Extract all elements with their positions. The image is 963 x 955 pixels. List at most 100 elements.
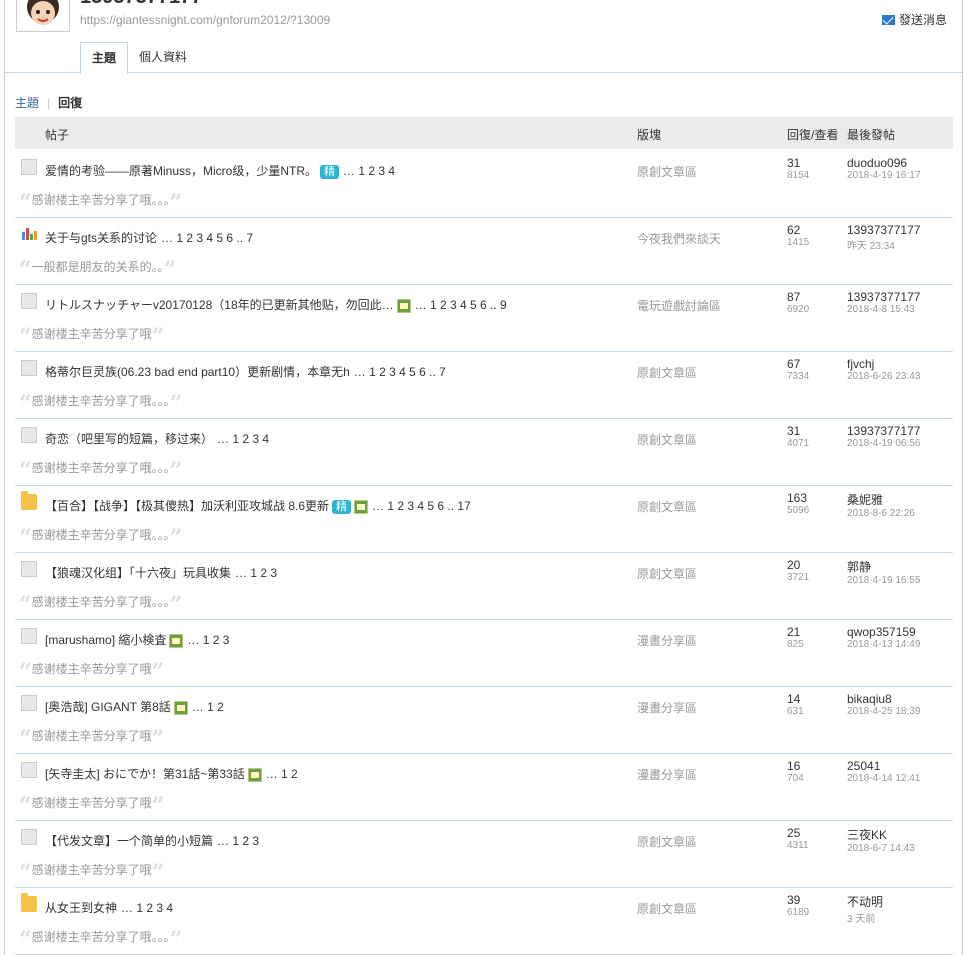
- close-quote-icon: ”: [169, 525, 183, 551]
- last-post-user[interactable]: qwop357159: [847, 625, 920, 639]
- last-post-time[interactable]: 昨天 23:34: [847, 237, 920, 252]
- reply-quote[interactable]: “感谢楼主辛苦分享了哦。。。”: [19, 458, 182, 484]
- thread-pages[interactable]: … 1 2 3: [235, 566, 277, 580]
- thread-title[interactable]: [marushamo] 縮小検査: [45, 633, 166, 647]
- last-post-time[interactable]: 2018-8-6 22:26: [847, 508, 915, 519]
- thread-title[interactable]: 【百合】【战争】【极其傻热】加沃利亚攻城战 8.6更新: [45, 499, 329, 513]
- thread-pages[interactable]: … 1 2 3 4 5 6 .. 7: [161, 231, 253, 245]
- tab-topics[interactable]: 主題: [80, 42, 129, 74]
- thread-title-line: 【狼魂汉化组】「十六夜」玩具收集 … 1 2 3: [45, 564, 277, 581]
- thread-title-line: [矢寺圭太] おにでか！第31話~第33話 … 1 2: [45, 765, 298, 782]
- last-post: 郭静 2018-4-19 16:55: [847, 558, 920, 586]
- thread-icon: [21, 762, 37, 778]
- reply-quote[interactable]: “感谢楼主辛苦分享了哦。。。”: [19, 190, 182, 216]
- thread-title[interactable]: 格蒂尔巨灵族(06.23 bad end part10）更新剧情，本章无h: [45, 365, 350, 379]
- reply-count: 163: [787, 491, 808, 505]
- subnav-replies[interactable]: 回復: [58, 96, 82, 110]
- thread-pages[interactable]: … 1 2 3: [187, 633, 229, 647]
- thread-forum[interactable]: 漫畫分享區: [637, 632, 697, 649]
- thread-forum[interactable]: 漫畫分享區: [637, 766, 697, 783]
- last-post-user[interactable]: 三夜KK: [847, 826, 915, 843]
- close-quote-icon: ”: [169, 190, 183, 216]
- last-post-user[interactable]: fjvchj: [847, 357, 920, 371]
- last-post-time[interactable]: 2018-4-8 15:43: [847, 304, 920, 315]
- last-post-time[interactable]: 2018-4-19 16:55: [847, 575, 920, 586]
- thread-pages[interactable]: … 1 2 3 4: [217, 432, 269, 446]
- reply-quote[interactable]: “感谢楼主辛苦分享了哦。。。”: [19, 927, 182, 953]
- last-post-time[interactable]: 2018-6-26 23:43: [847, 371, 920, 382]
- thread-forum[interactable]: 原創文章區: [637, 364, 697, 381]
- reply-count: 25: [787, 826, 801, 840]
- thread-title[interactable]: 奇恋（吧里写的短篇，移过来）: [45, 432, 213, 446]
- thread-pages[interactable]: … 1 2: [266, 767, 298, 781]
- last-post-time[interactable]: 2018-4-14 12:41: [847, 773, 920, 784]
- thread-forum[interactable]: 原創文章區: [637, 431, 697, 448]
- thread-forum[interactable]: 原創文章區: [637, 833, 697, 850]
- last-post-time[interactable]: 2018-4-19 16:17: [847, 170, 920, 181]
- thread-forum[interactable]: 原創文章區: [637, 163, 697, 180]
- reply-quote[interactable]: “感谢楼主辛苦分享了哦。。。”: [19, 391, 182, 417]
- thread-forum[interactable]: 今夜我們來談天: [637, 230, 721, 247]
- reply-quote[interactable]: “感谢楼主辛苦分享了哦”: [19, 659, 164, 685]
- thread-pages[interactable]: … 1 2 3 4 5 6 .. 17: [372, 499, 471, 513]
- reply-view-count: 31 8154: [787, 156, 809, 181]
- reply-quote[interactable]: “一般都是朋友的关系的。。”: [19, 257, 176, 283]
- last-post-user[interactable]: 13937377177: [847, 223, 920, 237]
- thread-forum[interactable]: 原創文章區: [637, 498, 697, 515]
- reply-quote[interactable]: “感谢楼主辛苦分享了哦”: [19, 860, 164, 886]
- thread-forum[interactable]: 漫畫分享區: [637, 699, 697, 716]
- view-count: 1415: [787, 237, 810, 248]
- thread-forum[interactable]: 電玩遊戲討論區: [637, 297, 721, 314]
- view-count: 631: [787, 706, 804, 717]
- last-post-user[interactable]: 13937377177: [847, 290, 920, 304]
- close-quote-icon: ”: [151, 793, 165, 819]
- last-post-user[interactable]: 不动明: [847, 893, 883, 910]
- avatar[interactable]: [16, 0, 70, 32]
- reply-quote[interactable]: “感谢楼主辛苦分享了哦”: [19, 793, 164, 819]
- close-quote-icon: ”: [169, 458, 183, 484]
- thread-forum[interactable]: 原創文章區: [637, 900, 697, 917]
- last-post-time[interactable]: 2018-4-25 18:39: [847, 706, 920, 717]
- last-post-time[interactable]: 2018-4-13 14:49: [847, 639, 920, 650]
- last-post-user[interactable]: 25041: [847, 759, 920, 773]
- digest-badge: 精: [320, 164, 340, 179]
- thread-forum[interactable]: 原創文章區: [637, 565, 697, 582]
- view-count: 3721: [787, 572, 810, 583]
- profile-url[interactable]: https://giantessnight.com/gnforum2012/?1…: [80, 13, 330, 27]
- last-post-time[interactable]: 2018-4-19 06:56: [847, 438, 920, 449]
- reply-quote[interactable]: “感谢楼主辛苦分享了哦。。。”: [19, 525, 182, 551]
- thread-title-line: 爱情的考验——原著Minuss，Micro级，少量NTR。精… 1 2 3 4: [45, 162, 395, 179]
- close-quote-icon: ”: [169, 391, 183, 417]
- reply-quote-text: 感谢楼主辛苦分享了哦: [31, 796, 152, 810]
- reply-quote[interactable]: “感谢楼主辛苦分享了哦”: [19, 726, 164, 752]
- last-post-user[interactable]: bikaqiu8: [847, 692, 920, 706]
- thread-title[interactable]: 【代发文章】一个简单的小短篇: [45, 834, 213, 848]
- thread-title[interactable]: リトルスナッチャーv20170128（18年的已更新其他贴，勿回此…: [45, 298, 394, 312]
- thread-pages[interactable]: … 1 2: [192, 700, 224, 714]
- table-row: [矢寺圭太] おにでか！第31話~第33話… 1 2 漫畫分享區 16 704 …: [15, 753, 953, 821]
- thread-title[interactable]: [矢寺圭太] おにでか！第31話~第33話: [45, 767, 245, 781]
- tab-profile[interactable]: 個人資料: [128, 42, 198, 72]
- thread-pages[interactable]: … 1 2 3 4: [343, 164, 395, 178]
- thread-icon: [21, 360, 37, 376]
- subnav-topics[interactable]: 主題: [15, 96, 39, 110]
- thread-title[interactable]: [奥浩哉] GIGANT 第8話: [45, 700, 171, 714]
- thread-title[interactable]: 爱情的考验——原著Minuss，Micro级，少量NTR。: [45, 164, 317, 178]
- thread-pages[interactable]: … 1 2 3: [217, 834, 259, 848]
- reply-quote[interactable]: “感谢楼主辛苦分享了哦”: [19, 324, 164, 350]
- thread-pages[interactable]: … 1 2 3 4 5 6 .. 9: [415, 298, 507, 312]
- last-post-user[interactable]: 桑妮雅: [847, 491, 915, 508]
- last-post-time[interactable]: 3 天前: [847, 910, 883, 925]
- thread-pages[interactable]: … 1 2 3 4 5 6 .. 7: [354, 365, 446, 379]
- reply-quote[interactable]: “感谢楼主辛苦分享了哦。。。”: [19, 592, 182, 618]
- last-post-time[interactable]: 2018-6-7 14:43: [847, 843, 915, 854]
- send-message-button[interactable]: 發送消息: [881, 11, 947, 28]
- last-post-user[interactable]: duoduo096: [847, 156, 920, 170]
- thread-pages[interactable]: … 1 2 3 4: [121, 901, 173, 915]
- last-post-user[interactable]: 13937377177: [847, 424, 920, 438]
- thread-title-line: 从女王到女神 … 1 2 3 4: [45, 899, 173, 916]
- last-post-user[interactable]: 郭静: [847, 558, 920, 575]
- thread-title[interactable]: 关于与gts关系的讨论: [45, 231, 157, 245]
- thread-title[interactable]: 从女王到女神: [45, 901, 117, 915]
- thread-title[interactable]: 【狼魂汉化组】「十六夜」玩具收集: [45, 566, 231, 580]
